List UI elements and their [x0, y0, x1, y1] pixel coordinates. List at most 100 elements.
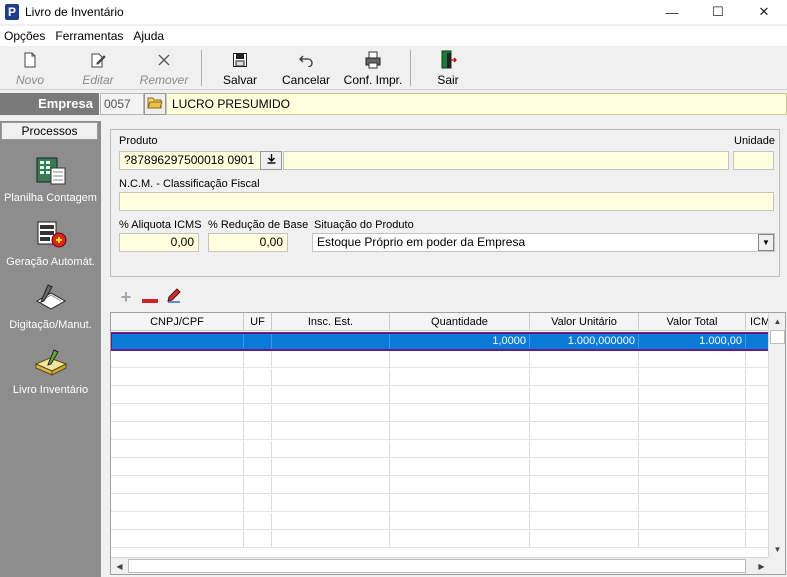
empresa-code-field[interactable]: 0057 — [100, 93, 144, 115]
column-header-quantidade[interactable]: Quantidade — [390, 313, 530, 331]
empty-cell — [746, 351, 770, 368]
empty-cell — [111, 441, 244, 458]
menu-opcoes[interactable]: Opções — [0, 29, 49, 43]
novo-button[interactable]: Novo — [8, 48, 52, 88]
pencil-icon — [166, 287, 182, 308]
empresa-open-button[interactable] — [144, 93, 166, 115]
salvar-button[interactable]: Salvar — [218, 48, 262, 88]
close-button[interactable]: ✕ — [741, 0, 787, 24]
horizontal-scrollbar[interactable]: ◀ ▶ — [111, 557, 770, 574]
produto-description-field[interactable] — [283, 151, 729, 170]
reducao-base-field[interactable]: 0,00 — [208, 233, 288, 252]
title-bar: P Livro de Inventário — ☐ ✕ — [0, 0, 787, 24]
column-header-valor-total[interactable]: Valor Total — [639, 313, 746, 331]
empty-table-row[interactable] — [111, 459, 770, 476]
plus-icon: + — [120, 286, 132, 307]
empty-cell — [272, 477, 390, 494]
toolbar-separator — [201, 50, 202, 86]
scroll-corner — [768, 557, 785, 574]
unidade-field[interactable] — [733, 151, 774, 170]
empty-table-row[interactable] — [111, 513, 770, 530]
empty-cell — [272, 513, 390, 530]
empty-table-row[interactable] — [111, 477, 770, 494]
empty-table-row[interactable] — [111, 423, 770, 440]
empty-cell — [111, 387, 244, 404]
column-header-valor-unitario[interactable]: Valor Unitário — [530, 313, 639, 331]
empty-cell — [390, 513, 530, 530]
inventory-book-icon — [34, 346, 68, 380]
reducao-base-label: % Redução de Base — [208, 219, 309, 231]
empty-cell — [390, 495, 530, 512]
empty-cell — [530, 387, 639, 404]
scroll-right-arrow-icon[interactable]: ▶ — [754, 559, 769, 574]
scroll-left-arrow-icon[interactable]: ◀ — [112, 559, 127, 574]
empty-table-row[interactable] — [111, 405, 770, 422]
sidebar-item-planilha-contagem[interactable]: Planilha Contagem — [0, 154, 101, 204]
empty-cell — [390, 531, 530, 548]
menu-ferramentas[interactable]: Ferramentas — [51, 29, 127, 43]
table-row[interactable]: 1,0000 1.000,000000 1.000,00 — [111, 332, 771, 351]
empty-table-row[interactable] — [111, 351, 770, 368]
typing-maintenance-icon — [34, 281, 68, 315]
produto-code-field[interactable]: ?87896297500018 0901 — [119, 151, 262, 170]
add-row-button[interactable]: + — [116, 286, 136, 307]
automatic-generation-icon — [34, 218, 68, 252]
empty-cell — [746, 441, 770, 458]
empty-cell — [390, 423, 530, 440]
menu-ajuda[interactable]: Ajuda — [129, 29, 168, 43]
column-header-uf[interactable]: UF — [244, 313, 272, 331]
empty-cell — [746, 477, 770, 494]
horizontal-scroll-thumb[interactable] — [128, 559, 746, 573]
aliquota-icms-field[interactable]: 0,00 — [119, 233, 199, 252]
column-header-cnpj[interactable]: CNPJ/CPF — [111, 313, 244, 331]
empty-cell — [746, 459, 770, 476]
edit-row-button[interactable] — [164, 287, 184, 308]
empty-cell — [111, 459, 244, 476]
conf-impr-button[interactable]: Conf. Impr. — [341, 48, 405, 88]
produto-lookup-button[interactable] — [260, 151, 282, 170]
empty-cell — [746, 387, 770, 404]
cancelar-button[interactable]: Cancelar — [280, 48, 332, 88]
empty-cell — [390, 369, 530, 386]
minimize-button[interactable]: — — [649, 0, 695, 24]
empty-cell — [390, 405, 530, 422]
situacao-dropdown-button[interactable]: ▼ — [758, 234, 774, 251]
window-title: Livro de Inventário — [25, 5, 124, 19]
column-header-icms[interactable]: ICMS — [746, 313, 770, 331]
cell-insc-est — [272, 333, 390, 350]
empty-cell — [639, 441, 746, 458]
app-logo-icon: P — [5, 4, 19, 20]
vertical-scroll-thumb[interactable] — [770, 330, 785, 344]
empty-cell — [111, 531, 244, 548]
empty-table-row[interactable] — [111, 531, 770, 548]
sidebar-item-geracao-automatica[interactable]: Geração Automát. — [0, 218, 101, 268]
remove-row-button[interactable] — [140, 288, 160, 306]
sidebar-item-digitacao-manutencao[interactable]: Digitação/Manut. — [0, 281, 101, 331]
empty-cell — [272, 495, 390, 512]
editar-button[interactable]: Editar — [76, 48, 120, 88]
cell-uf — [244, 333, 272, 350]
sair-button[interactable]: Sair — [428, 48, 468, 88]
empty-cell — [530, 351, 639, 368]
scroll-down-arrow-icon[interactable]: ▼ — [770, 542, 785, 557]
empty-table-row[interactable] — [111, 441, 770, 458]
empty-table-row[interactable] — [111, 387, 770, 404]
ncm-field[interactable] — [119, 192, 774, 211]
empty-cell — [746, 423, 770, 440]
situacao-produto-select[interactable]: Estoque Próprio em poder da Empresa — [312, 233, 775, 252]
column-header-insc-est[interactable]: Insc. Est. — [272, 313, 390, 331]
toolbar: Novo Editar Remover Salvar Cancelar Conf… — [0, 46, 787, 90]
remover-button[interactable]: Remover — [138, 48, 190, 88]
empty-table-row[interactable] — [111, 495, 770, 512]
empty-cell — [530, 441, 639, 458]
empty-cell — [272, 441, 390, 458]
empty-cell — [390, 477, 530, 494]
sidebar-item-livro-inventario[interactable]: Livro Inventário — [0, 346, 101, 396]
empty-cell — [639, 459, 746, 476]
maximize-button[interactable]: ☐ — [695, 0, 741, 24]
empty-cell — [244, 351, 272, 368]
empty-table-row[interactable] — [111, 369, 770, 386]
vertical-scrollbar[interactable]: ▲ ▼ — [768, 313, 785, 558]
scroll-up-arrow-icon[interactable]: ▲ — [770, 314, 785, 329]
empty-cell — [530, 369, 639, 386]
